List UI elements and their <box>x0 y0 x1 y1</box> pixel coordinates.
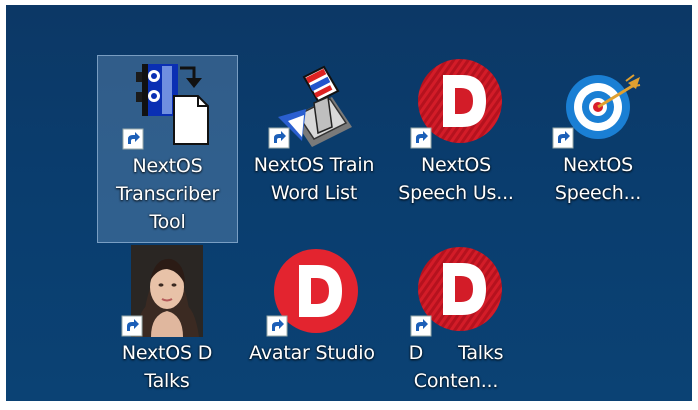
desktop-icon-label: NextOS D Talks <box>121 342 213 392</box>
desktop-icon-label: Avatar Studio <box>249 342 375 364</box>
dragon-d-solid-icon <box>266 245 358 337</box>
dragon-d-striped-icon <box>410 245 502 337</box>
desktop-icon-label: NextOS Speech... <box>554 154 642 204</box>
bullseye-target-icon <box>552 57 644 149</box>
dragon-d-striped-icon <box>410 57 502 149</box>
desktop-icon-d-talks[interactable]: NextOS D Talks <box>97 243 237 401</box>
avatar-portrait-icon <box>121 245 213 337</box>
transcriber-tool-icon <box>122 58 214 150</box>
desktop-icon-transcriber-tool[interactable]: NextOS Transcriber Tool <box>97 55 238 243</box>
shortcut-arrow-icon <box>552 127 574 149</box>
shortcut-arrow-icon <box>121 315 143 337</box>
desktop-icon-d-talks-content[interactable]: D Talks Conten... <box>386 243 526 401</box>
desktop-icon-avatar-studio[interactable]: Avatar Studio <box>242 243 382 401</box>
desktop-icon-speech-user[interactable]: NextOS Speech Us... <box>386 55 526 215</box>
shortcut-arrow-icon <box>410 315 432 337</box>
train-word-list-icon <box>268 57 360 149</box>
shortcut-arrow-icon <box>410 127 432 149</box>
desktop-icon-label: NextOS Speech Us... <box>398 154 514 204</box>
desktop-icon-train-word-list[interactable]: NextOS Train Word List <box>244 55 384 215</box>
desktop-icon-speech[interactable]: NextOS Speech... <box>528 55 668 215</box>
shortcut-arrow-icon <box>268 127 290 149</box>
desktop-icon-label: NextOS Transcriber Tool <box>115 155 220 233</box>
shortcut-arrow-icon <box>266 315 288 337</box>
desktop: NextOS Transcriber Tool NextOS Train Wor… <box>6 5 692 401</box>
shortcut-arrow-icon <box>122 128 143 150</box>
desktop-icon-label: D Talks Conten... <box>408 342 504 392</box>
desktop-icon-label: NextOS Train Word List <box>253 154 375 204</box>
